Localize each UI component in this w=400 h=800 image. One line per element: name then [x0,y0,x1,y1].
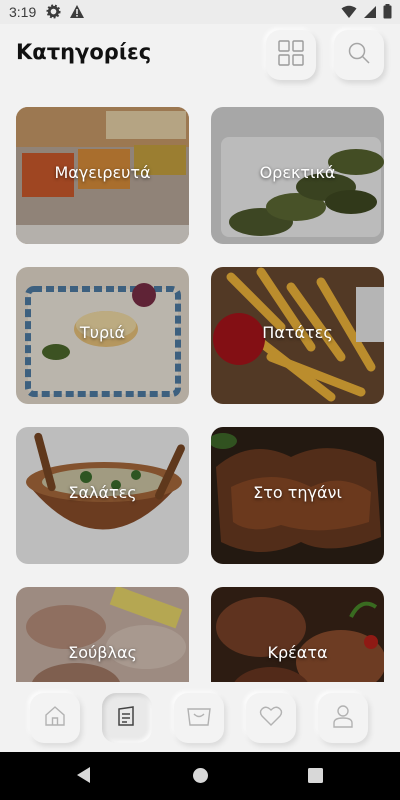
category-card-souvlas[interactable]: Σούβλας [16,587,189,685]
wifi-icon [341,5,357,23]
home-icon [43,704,67,732]
nav-menu-button[interactable] [102,693,152,743]
category-label: Κρέατα [267,643,328,662]
recents-icon[interactable] [308,768,323,787]
status-time: 3:19 [9,4,37,20]
category-label: Τυριά [79,323,126,342]
page-title: Κατηγορίες [16,40,152,64]
category-label: Στο τηγάνι [253,483,342,502]
search-button[interactable] [334,30,384,80]
category-card-salates[interactable]: Σαλάτες [16,427,189,564]
signal-icon [363,5,377,23]
status-bar: 3:19 [0,0,400,24]
bottom-nav [0,682,400,752]
header: Κατηγορίες [0,24,400,90]
home-circle-icon[interactable] [192,767,209,788]
back-icon[interactable] [76,766,92,788]
nav-profile-button[interactable] [318,693,368,743]
basket-icon [186,705,212,731]
nav-favorites-button[interactable] [246,693,296,743]
category-card-sto-tigani[interactable]: Στο τηγάνι [211,427,384,564]
gear-icon [46,4,61,23]
nav-basket-button[interactable] [174,693,224,743]
category-label: Μαγειρευτά [54,163,151,182]
menu-icon [115,704,139,732]
category-card-mageirefta[interactable]: Μαγειρευτά [16,107,189,244]
heart-icon [259,705,283,731]
grid-view-button[interactable] [266,30,316,80]
system-nav-bar [0,752,400,800]
category-label: Σούβλας [68,643,137,662]
category-card-patates[interactable]: Πατάτες [211,267,384,404]
category-card-kreata[interactable]: Κρέατα [211,587,384,685]
category-card-tyria[interactable]: Τυριά [16,267,189,404]
category-label: Σαλάτες [68,483,137,502]
grid-view-icon [277,39,305,71]
search-icon [347,41,371,69]
category-card-orektika[interactable]: Ορεκτικά [211,107,384,244]
category-label: Ορεκτικά [259,163,336,182]
battery-icon [383,4,392,23]
nav-home-button[interactable] [30,693,80,743]
warning-icon [69,4,85,23]
user-icon [332,704,354,732]
category-grid: Μαγειρευτά Ορεκτικά Τυριά Πατάτες Σαλάτε… [16,107,384,685]
category-label: Πατάτες [262,323,333,342]
